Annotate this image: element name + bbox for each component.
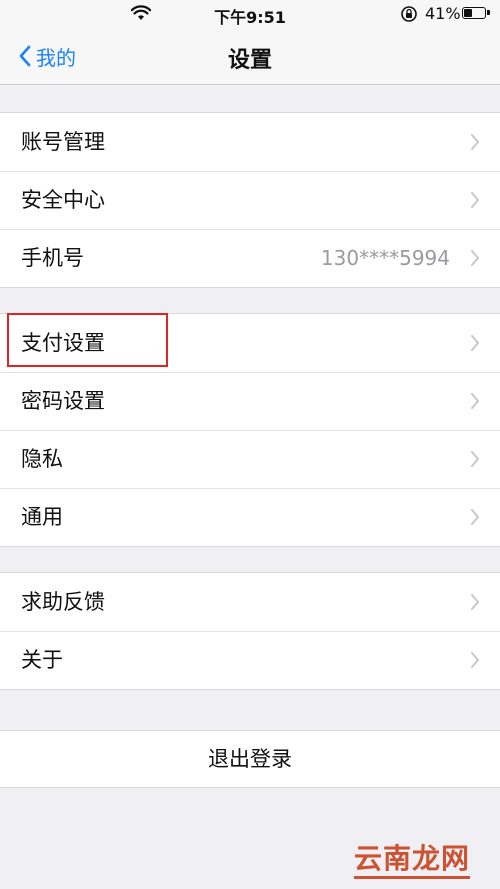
- row-label: 关于: [21, 648, 63, 672]
- chevron-right-icon: [471, 509, 479, 525]
- row-label: 手机号: [21, 246, 84, 270]
- row-privacy[interactable]: 隐私: [0, 430, 500, 488]
- watermark-text: 云南龙网: [353, 842, 470, 875]
- row-label: 通用: [21, 505, 63, 529]
- logout-button[interactable]: 退出登录: [0, 730, 500, 788]
- chevron-right-icon: [471, 393, 479, 409]
- settings-group-account: 账号管理 安全中心 手机号 130****5994: [0, 112, 500, 288]
- chevron-right-icon: [471, 652, 479, 668]
- chevron-right-icon: [471, 451, 479, 467]
- chevron-right-icon: [471, 594, 479, 610]
- row-about[interactable]: 关于: [0, 631, 500, 689]
- row-phone-number[interactable]: 手机号 130****5994: [0, 229, 500, 287]
- phone-number-value: 130****5994: [320, 246, 450, 270]
- row-label: 密码设置: [21, 389, 105, 413]
- battery-fill: [464, 9, 473, 17]
- row-security-center[interactable]: 安全中心: [0, 171, 500, 229]
- row-label: 支付设置: [21, 331, 105, 355]
- battery-percent: 41%: [425, 4, 461, 23]
- settings-group-support: 求助反馈 关于: [0, 572, 500, 690]
- settings-group-general: 支付设置 密码设置 隐私 通用: [0, 313, 500, 547]
- row-general[interactable]: 通用: [0, 488, 500, 546]
- chevron-right-icon: [471, 134, 479, 150]
- row-label: 账号管理: [21, 130, 105, 154]
- row-account-management[interactable]: 账号管理: [0, 113, 500, 171]
- row-payment-settings[interactable]: 支付设置: [0, 314, 500, 372]
- row-label: 隐私: [21, 447, 63, 471]
- row-label: 求助反馈: [21, 590, 105, 614]
- row-help-feedback[interactable]: 求助反馈: [0, 573, 500, 631]
- chevron-right-icon: [471, 192, 479, 208]
- battery-icon: [462, 7, 490, 19]
- row-password-settings[interactable]: 密码设置: [0, 372, 500, 430]
- status-bar: 下午9:51 41%: [0, 0, 500, 28]
- chevron-right-icon: [471, 335, 479, 351]
- page-title: 设置: [227, 48, 272, 73]
- chevron-right-icon: [471, 250, 479, 266]
- navigation-bar: 我的 设置: [0, 28, 500, 85]
- rotation-lock-icon: [401, 6, 417, 22]
- watermark: 云南龙网: [353, 837, 470, 879]
- row-label: 安全中心: [21, 188, 105, 212]
